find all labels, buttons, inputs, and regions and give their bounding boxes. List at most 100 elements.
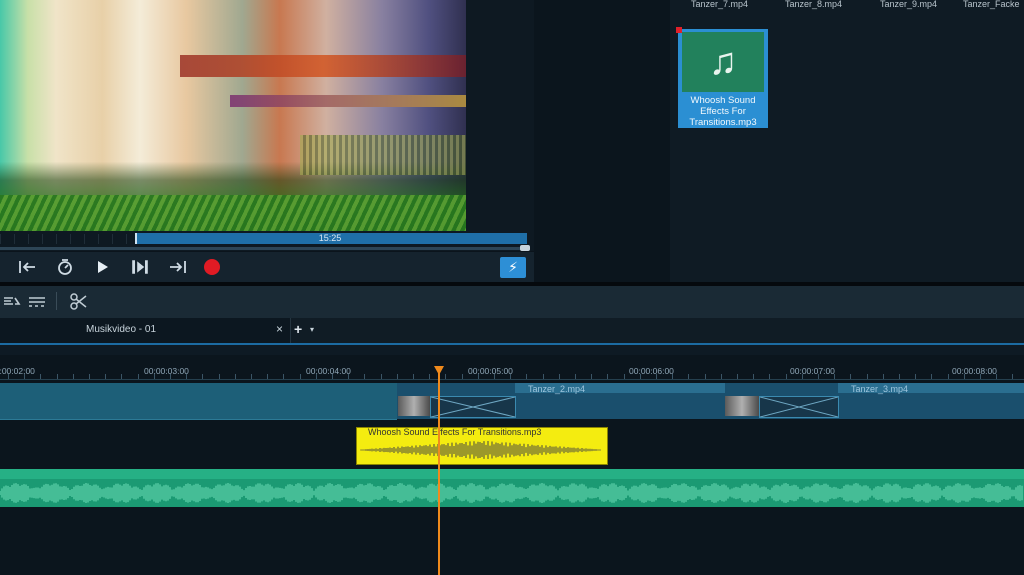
ruler-tick <box>915 374 916 379</box>
ruler-tick <box>656 374 657 379</box>
trim-icon <box>29 297 45 307</box>
ruler-tick <box>186 374 187 379</box>
go-to-start-button[interactable] <box>14 256 40 278</box>
toolbar-divider <box>56 292 57 310</box>
add-tab-button[interactable]: + <box>294 321 302 337</box>
preview-time: 15:25 <box>318 233 342 243</box>
clip-thumbnail <box>398 396 430 416</box>
ruler-tick <box>40 374 41 379</box>
media-file-label[interactable]: Tanzer_Facke <box>963 0 1020 9</box>
preview-monitor <box>0 0 466 231</box>
ruler-tick <box>154 374 155 379</box>
go-to-end-icon <box>170 261 186 273</box>
ruler-label: 00:00:02:00 <box>0 366 35 376</box>
ruler-tick <box>57 374 58 379</box>
clip-label: Tanzer_2.mp4 <box>528 384 586 394</box>
selection-marker <box>676 27 682 33</box>
media-file-label[interactable]: Tanzer_8.mp4 <box>785 0 842 9</box>
mark-range-icon <box>132 260 148 274</box>
ruler-tick <box>883 374 884 379</box>
preview-side-panel <box>466 0 534 231</box>
ruler-tick <box>543 374 544 379</box>
go-to-end-button[interactable] <box>165 256 191 278</box>
tab-menu-button[interactable]: ▾ <box>310 325 314 334</box>
transition[interactable] <box>759 396 839 418</box>
ruler-tick <box>850 374 851 379</box>
ruler-tick <box>8 374 9 379</box>
ruler-tick <box>494 374 495 379</box>
transition[interactable] <box>430 396 516 418</box>
ruler-label: 00:00:08:00 <box>952 366 997 376</box>
ruler-tick <box>818 374 819 379</box>
ruler-label: 00:00:03:00 <box>144 366 189 376</box>
go-to-start-icon <box>19 261 35 273</box>
ruler-tick <box>964 374 965 379</box>
media-pool-gap <box>534 0 670 282</box>
audio-file-label: Whoosh Sound Effects For Transitions.mp3 <box>680 95 766 128</box>
jog-icon <box>58 259 72 275</box>
ruler-tick <box>73 374 74 379</box>
ruler-tick <box>640 374 641 379</box>
play-button[interactable] <box>89 256 115 278</box>
ruler-tick <box>397 374 398 379</box>
video-clip[interactable] <box>0 383 397 420</box>
media-file-label[interactable]: Tanzer_7.mp4 <box>691 0 748 9</box>
ruler-tick <box>283 374 284 379</box>
ruler-tick <box>235 374 236 379</box>
ruler-tick <box>1012 374 1013 379</box>
ruler-tick <box>462 374 463 379</box>
transport-bar <box>0 252 534 282</box>
record-button[interactable] <box>204 259 220 275</box>
audio-clip-waveform <box>360 441 601 459</box>
ruler-tick <box>607 374 608 379</box>
ruler-baseline <box>0 379 1024 380</box>
ruler-tick <box>478 374 479 379</box>
scrub-ticks <box>0 234 134 244</box>
ruler-tick <box>867 374 868 379</box>
tab-project-label: Musikvideo - 01 <box>86 324 157 335</box>
preview-scrollbar[interactable] <box>0 247 530 250</box>
ruler-tick <box>413 374 414 379</box>
preview-scroll-knob[interactable] <box>520 245 530 251</box>
audio-clip-label: Whoosh Sound Effects For Transitions.mp3 <box>368 427 542 437</box>
ruler-tick <box>364 374 365 379</box>
ruler-tick <box>559 374 560 379</box>
crossfade-icon <box>759 396 839 418</box>
mark-range-button[interactable] <box>127 256 153 278</box>
ruler-tick <box>575 374 576 379</box>
cut-tool[interactable] <box>68 290 90 312</box>
timeline-scrollbar[interactable] <box>0 345 1024 355</box>
ruler-tick <box>316 374 317 379</box>
ruler-label: 00:00:07:00 <box>790 366 835 376</box>
trim-tool[interactable] <box>27 290 47 312</box>
music-note-icon: ♫ <box>708 41 738 83</box>
lightning-icon: ⚡ <box>508 259 518 275</box>
crossfade-icon <box>430 396 516 418</box>
ruler-tick <box>267 374 268 379</box>
ruler-tick <box>24 374 25 379</box>
ruler-tick <box>834 374 835 379</box>
arrange-tool[interactable] <box>3 290 21 312</box>
jog-button[interactable] <box>52 256 78 278</box>
ruler-tick <box>996 374 997 379</box>
ruler-tick <box>202 374 203 379</box>
playhead[interactable] <box>438 372 440 575</box>
ruler-tick <box>138 374 139 379</box>
ruler-tick <box>980 374 981 379</box>
ruler-tick <box>672 374 673 379</box>
ruler-tick <box>737 374 738 379</box>
ruler-tick <box>105 374 106 379</box>
ruler-label: 00:00:06:00 <box>629 366 674 376</box>
music-track-header <box>0 469 1024 479</box>
ruler-tick <box>429 374 430 379</box>
ruler-tick <box>300 374 301 379</box>
music-waveform <box>0 483 1023 503</box>
ruler-tick <box>591 374 592 379</box>
media-file-label[interactable]: Tanzer_9.mp4 <box>880 0 937 9</box>
turbo-button[interactable]: ⚡ <box>500 257 526 278</box>
playhead-handle[interactable] <box>434 366 444 375</box>
tab-close-button[interactable]: × <box>276 322 283 336</box>
ruler-tick <box>332 374 333 379</box>
ruler-tick <box>251 374 252 379</box>
clip-thumbnail <box>725 396 759 416</box>
